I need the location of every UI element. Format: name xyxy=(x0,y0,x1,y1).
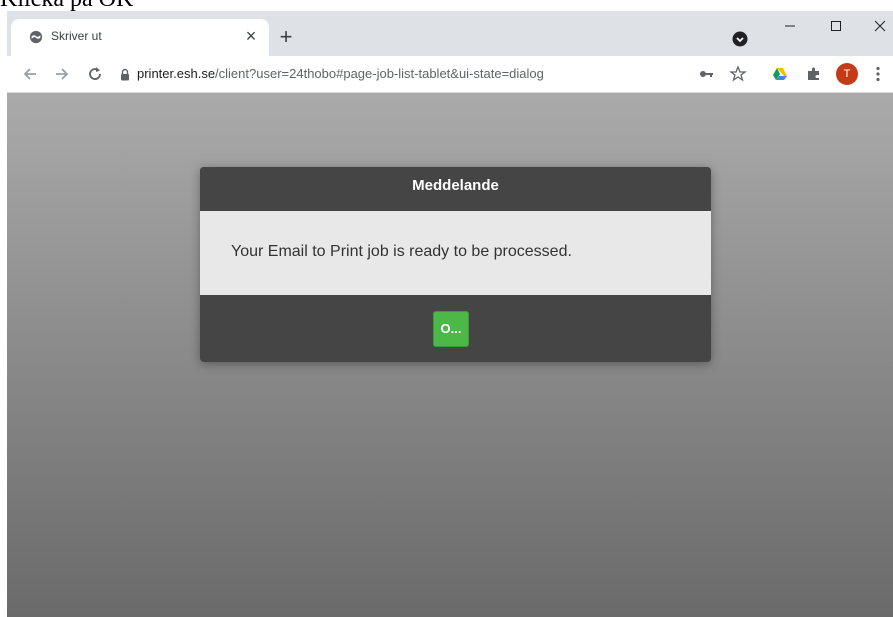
ok-button[interactable]: O... xyxy=(433,311,469,347)
message-dialog: Meddelande Your Email to Print job is re… xyxy=(200,167,711,362)
forward-arrow-icon[interactable] xyxy=(52,64,72,84)
close-window-button[interactable] xyxy=(857,11,893,41)
maximize-icon xyxy=(831,21,841,31)
tab-title: Skriver ut xyxy=(51,29,102,43)
kebab-menu-icon[interactable] xyxy=(868,64,888,84)
url-path: /client?user=24thobo#page-job-list-table… xyxy=(215,66,544,81)
google-drive-icon[interactable] xyxy=(770,64,790,84)
browser-tab[interactable]: Skriver ut × xyxy=(11,19,269,56)
profile-avatar[interactable]: T xyxy=(836,63,858,85)
reload-icon[interactable] xyxy=(85,64,105,84)
tab-strip: Skriver ut × + xyxy=(7,11,893,56)
page-viewport: Meddelande Your Email to Print job is re… xyxy=(7,93,893,617)
globe-icon xyxy=(29,30,43,44)
maximize-button[interactable] xyxy=(813,11,859,41)
browser-window: Skriver ut × + printer.esh.se/client?use… xyxy=(7,11,893,617)
browser-toolbar: printer.esh.se/client?user=24thobo#page-… xyxy=(7,56,893,93)
dialog-message: Your Email to Print job is ready to be p… xyxy=(231,243,572,260)
star-icon[interactable] xyxy=(728,64,748,84)
minimize-button[interactable] xyxy=(767,11,813,41)
url-host: printer.esh.se xyxy=(137,66,216,81)
back-arrow-icon[interactable] xyxy=(20,64,40,84)
dialog-title: Meddelande xyxy=(200,167,711,211)
tab-search-icon[interactable] xyxy=(732,31,748,47)
address-bar[interactable]: printer.esh.se/client?user=24thobo#page-… xyxy=(137,66,544,81)
tab-close-icon[interactable]: × xyxy=(241,26,261,46)
key-icon[interactable] xyxy=(697,64,717,84)
new-tab-button[interactable]: + xyxy=(275,26,297,48)
minimize-icon xyxy=(785,25,795,27)
close-icon xyxy=(874,20,886,32)
extensions-puzzle-icon[interactable] xyxy=(804,64,824,84)
dialog-body: Your Email to Print job is ready to be p… xyxy=(200,211,711,295)
lock-icon[interactable] xyxy=(120,68,130,81)
